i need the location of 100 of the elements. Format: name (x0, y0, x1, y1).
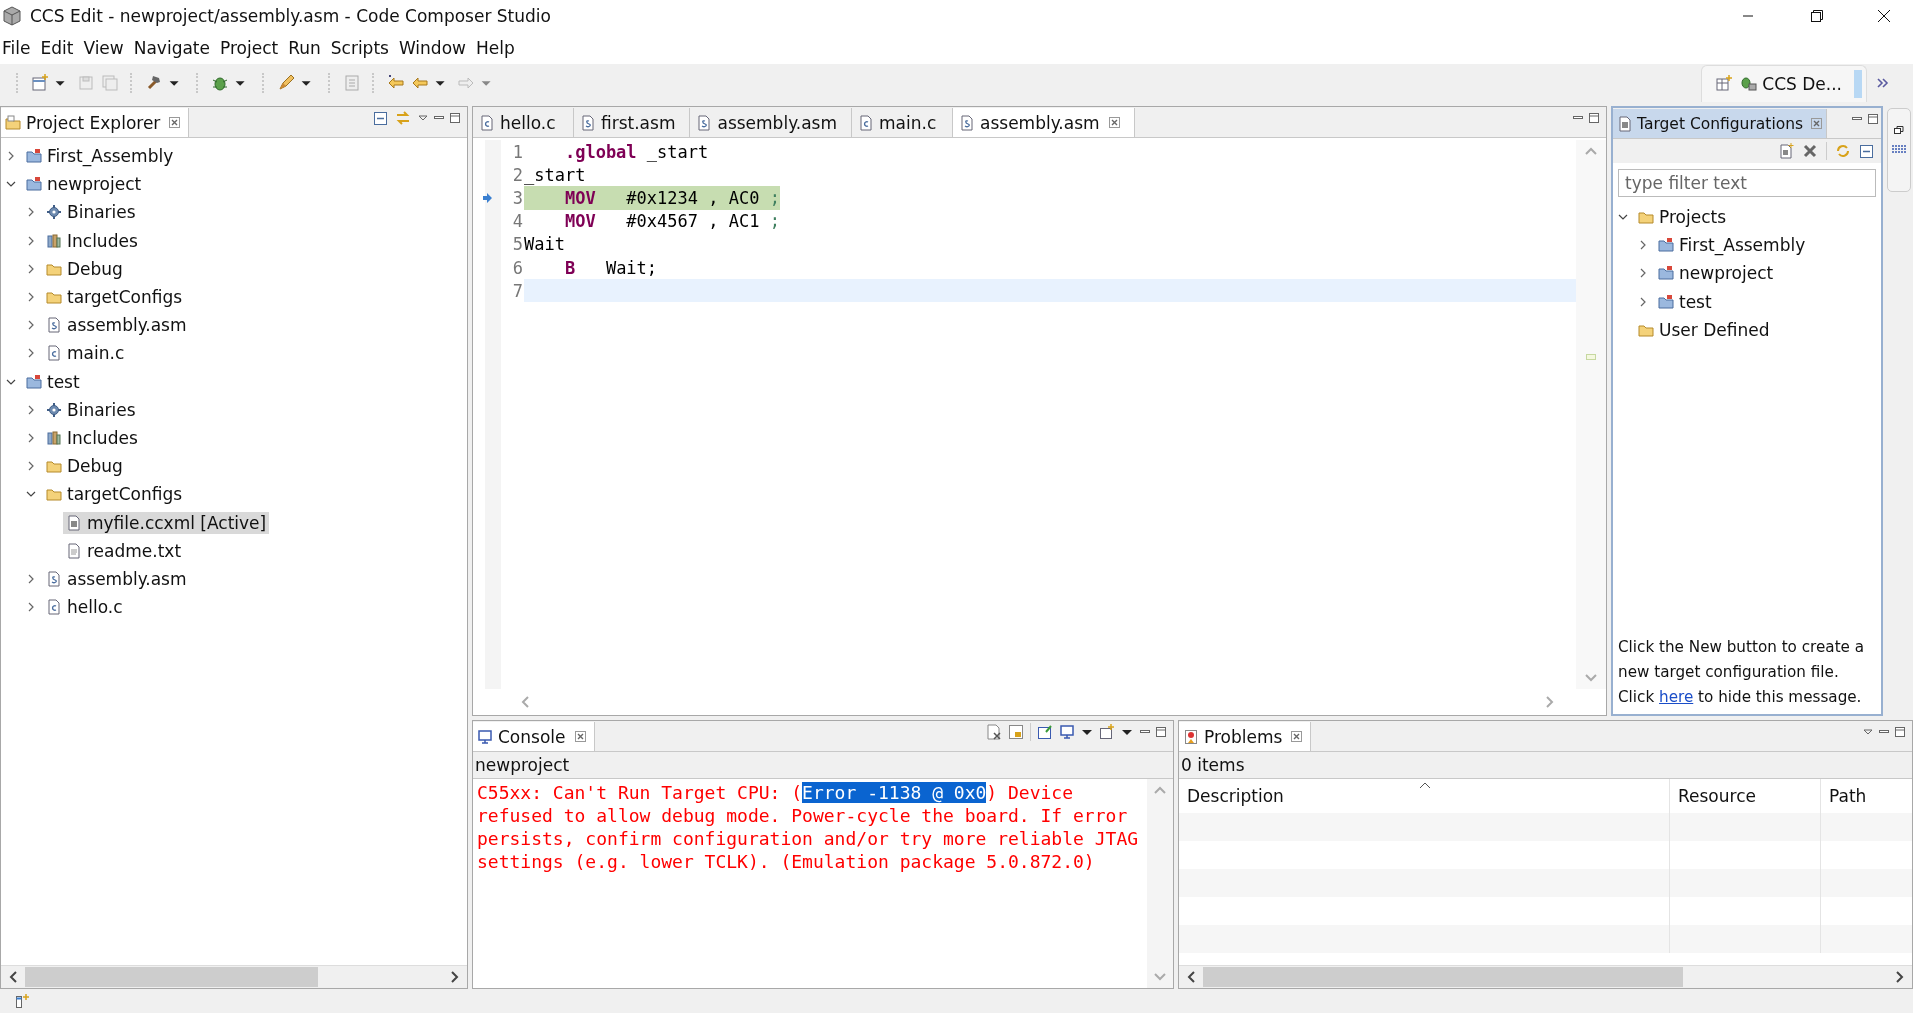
tree-item[interactable]: First_Assembly (23, 145, 177, 168)
folder-icon (1658, 237, 1674, 254)
tree-item[interactable]: User Defined (1635, 318, 1773, 341)
delete-icon[interactable] (1802, 143, 1818, 159)
file-icon (46, 599, 62, 616)
app-logo-icon (2, 6, 22, 26)
tree-item[interactable]: Binaries (43, 398, 139, 421)
tree-item[interactable]: Includes (43, 426, 141, 449)
editor-tab[interactable]: assembly.asm (953, 108, 1135, 137)
code-line: Wait (524, 233, 566, 256)
tree-item[interactable]: assembly.asm (43, 567, 190, 590)
folder-icon (26, 176, 42, 193)
display-console-icon[interactable] (1059, 724, 1075, 740)
maximize-icon[interactable] (1894, 726, 1906, 738)
tree-item[interactable]: myfile.ccxml [Active] (63, 511, 270, 534)
close-icon[interactable] (574, 731, 586, 742)
help-message: Click the New button to create a new target configuration file. Click here to hide this message. (1617, 637, 1866, 708)
maximize-icon[interactable] (449, 112, 461, 124)
file-icon (479, 114, 495, 131)
tree-item[interactable]: hello.c (43, 596, 126, 619)
tree-item[interactable]: targetConfigs (43, 483, 186, 506)
folder-icon (1658, 265, 1674, 282)
monitor-icon (477, 728, 493, 745)
tree-item[interactable]: assembly.asm (43, 314, 190, 337)
column-header[interactable]: Path (1821, 779, 1912, 813)
config-icon (1617, 115, 1633, 132)
file-icon (696, 114, 713, 131)
folder-icon (26, 148, 42, 165)
code-line: B Wait; (563, 256, 659, 280)
menu-item[interactable]: Edit (38, 38, 80, 58)
maximize-icon[interactable] (1155, 726, 1167, 738)
menu-item[interactable]: Scripts (328, 38, 395, 58)
view-tab[interactable]: Console (473, 722, 595, 751)
folder-icon (1638, 209, 1654, 226)
overview-marker-icon (1586, 353, 1596, 360)
menu-item[interactable]: Window (396, 38, 472, 58)
tree-item[interactable]: Debug (43, 455, 126, 478)
tree-item[interactable]: First_Assembly (1655, 234, 1809, 257)
view-tab[interactable]: Project Explorer (1, 108, 190, 137)
tree-item[interactable]: readme.txt (63, 539, 185, 562)
tree-item[interactable]: newproject (1655, 262, 1777, 285)
menu-item[interactable]: Project (218, 38, 285, 58)
restore-icon[interactable] (1892, 123, 1906, 137)
file-icon (858, 114, 874, 131)
file-icon (959, 114, 975, 131)
perspective-switcher[interactable]: CCS De... (1701, 65, 1867, 102)
pin-icon[interactable] (1037, 724, 1053, 740)
tree-item[interactable]: test (1655, 290, 1715, 313)
line-number: 1 (511, 141, 524, 162)
pointer-arrow-icon (482, 192, 492, 203)
scrollbar-thumb[interactable] (1203, 967, 1683, 987)
menu-item[interactable]: View (81, 38, 130, 58)
bug-icon[interactable] (1738, 74, 1759, 94)
code-line: MOV #0x4567 , AC1 ; (563, 210, 781, 233)
code-line: _start (524, 163, 587, 187)
menu-item[interactable]: File (0, 38, 37, 58)
library-icon (46, 429, 62, 446)
view-tab[interactable]: Problems (1179, 722, 1312, 751)
folder-icon (26, 373, 42, 390)
menu-item[interactable]: Help (473, 38, 521, 58)
tree-item[interactable]: targetConfigs (43, 286, 186, 309)
collapse-all-icon[interactable] (373, 110, 389, 126)
scrollbar-thumb[interactable] (25, 967, 318, 987)
view-tab[interactable]: Target Configurations (1613, 109, 1828, 138)
collapse-all-icon[interactable] (1859, 143, 1875, 159)
tree-item[interactable]: Projects (1635, 206, 1730, 229)
folder-icon (5, 114, 21, 131)
folder-icon (46, 486, 62, 503)
tree-item[interactable]: main.c (43, 342, 128, 365)
item-count: 0 items (1181, 755, 1245, 775)
file-icon (46, 345, 62, 362)
close-icon[interactable] (1811, 118, 1823, 129)
new-config-icon[interactable] (1778, 143, 1794, 159)
clear-console-icon[interactable] (986, 724, 1002, 740)
tree-item[interactable]: Binaries (43, 201, 139, 224)
pen-icon[interactable] (276, 73, 296, 93)
console-error-message: C55xx: Can't Run Target CPU: (Error -1138 @ 0x0) Device refused to allow debug mode. Power-cycle the board. If error persists, confirm configuration and/or try more reliable JTAG settings (e.g. lower TCLK). (Emulation package 5.0.872.0) (477, 781, 1140, 873)
maximize-icon[interactable] (1867, 113, 1879, 125)
hide-message-link[interactable]: here (1659, 688, 1694, 706)
tree-item[interactable]: Includes (43, 229, 141, 252)
scroll-lock-icon[interactable] (1008, 724, 1024, 740)
window-title: CCS Edit - newproject/assembly.asm - Code Composer Studio (30, 6, 552, 26)
menu-item[interactable]: Run (286, 38, 327, 58)
file-icon (46, 317, 62, 334)
tree-item[interactable]: Debug (43, 257, 126, 280)
code-line: .global _start (563, 140, 710, 164)
tree-item[interactable]: test (23, 370, 83, 393)
file-icon (580, 114, 596, 131)
close-icon[interactable] (1108, 117, 1120, 128)
line-number: 2 (511, 164, 524, 185)
tree-item[interactable]: newproject (23, 173, 145, 196)
file-icon (46, 570, 62, 587)
open-console-icon[interactable] (1099, 724, 1115, 740)
close-icon[interactable] (1291, 731, 1303, 742)
close-icon[interactable] (169, 117, 181, 128)
open-perspective-icon[interactable] (1714, 74, 1735, 94)
maximize-icon[interactable] (1588, 112, 1600, 124)
filter-field[interactable]: type filter text (1618, 169, 1876, 197)
menu-item[interactable]: Navigate (131, 38, 216, 58)
folder-icon (46, 289, 62, 306)
